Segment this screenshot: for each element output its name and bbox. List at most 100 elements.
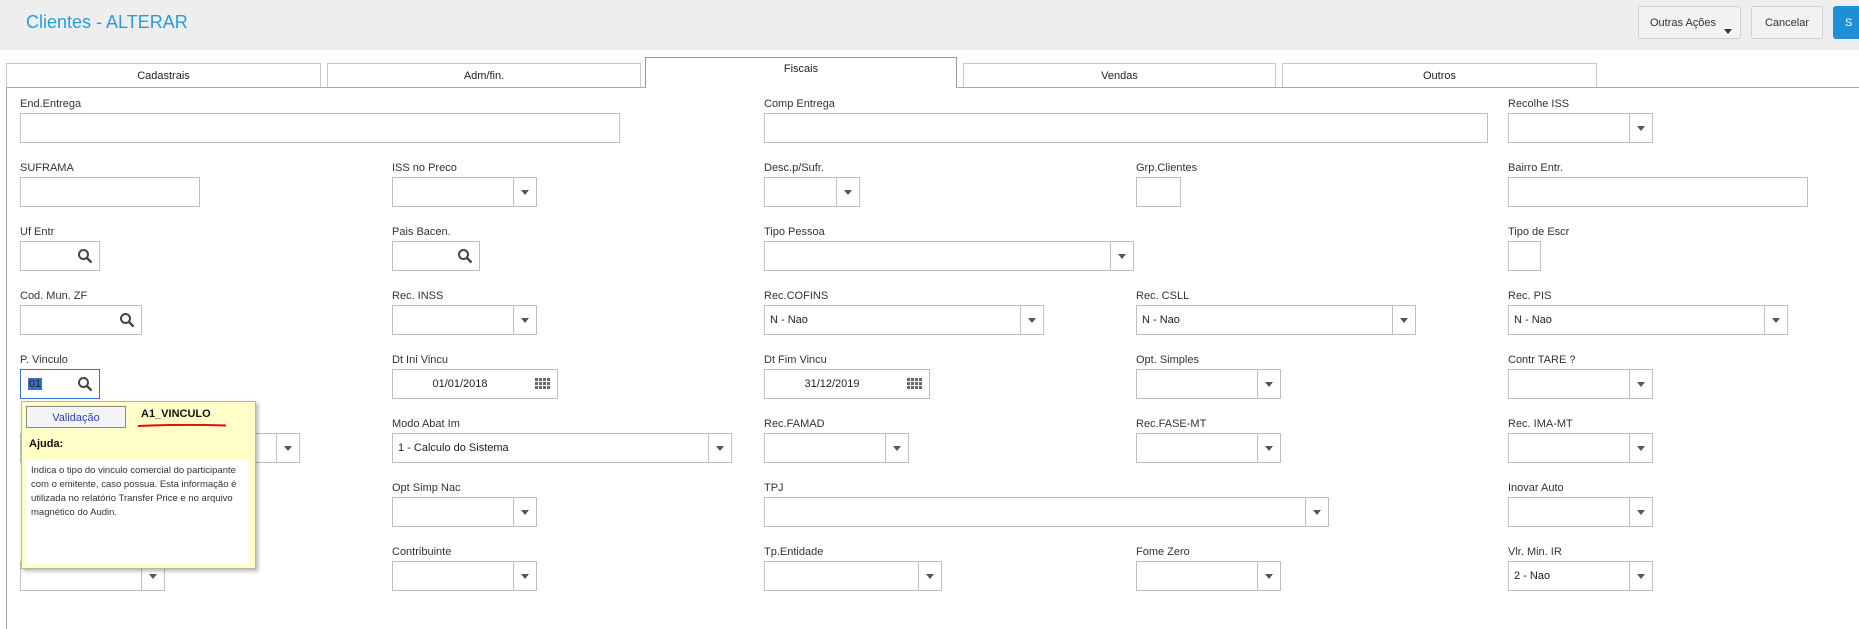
save-button[interactable]: S <box>1833 6 1859 39</box>
end-entrega-input[interactable] <box>20 113 620 143</box>
recolhe-iss-select[interactable] <box>1508 113 1653 143</box>
rec-csll-select[interactable]: N - Nao <box>1136 305 1416 335</box>
dt-fim-vincu-input[interactable]: 31/12/2019 <box>764 369 930 399</box>
contr-tare-select[interactable] <box>1508 369 1653 399</box>
ajuda-label: Ajuda: <box>29 438 64 450</box>
cod-mun-zf-input[interactable] <box>20 305 142 335</box>
contribuinte-select[interactable] <box>392 561 537 591</box>
iss-no-preco-label: ISS no Preco <box>392 162 457 174</box>
chevron-down-icon[interactable] <box>885 434 908 462</box>
search-icon[interactable] <box>77 248 93 264</box>
chevron-down-icon[interactable] <box>1305 498 1328 526</box>
chevron-down-icon[interactable] <box>1629 114 1652 142</box>
p-vinculo-label: P. Vinculo <box>20 354 68 366</box>
chevron-down-icon[interactable] <box>1257 434 1280 462</box>
desc-sufr-label: Desc.p/Sufr. <box>764 162 824 174</box>
page-title: Clientes - ALTERAR <box>26 12 188 32</box>
p-vinculo-input[interactable]: 01 <box>20 369 100 399</box>
opt-simp-nac-label: Opt Simp Nac <box>392 482 461 494</box>
help-text: Indica o tipo do vinculo comercial do pa… <box>26 460 249 564</box>
chevron-down-icon[interactable] <box>513 178 536 206</box>
bairro-entr-label: Bairro Entr. <box>1508 162 1564 174</box>
chevron-down-icon[interactable] <box>1629 434 1652 462</box>
tab-adm-fin[interactable]: Adm/fin. <box>327 63 641 87</box>
rec-pis-select[interactable]: N - Nao <box>1508 305 1788 335</box>
outras-acoes-label: Outras Ações <box>1650 17 1717 29</box>
chevron-down-icon <box>1724 29 1732 34</box>
chevron-down-icon[interactable] <box>1629 498 1652 526</box>
chevron-down-icon[interactable] <box>513 306 536 334</box>
opt-simp-nac-select[interactable] <box>392 497 537 527</box>
outras-acoes-button[interactable]: Outras Ações <box>1638 6 1741 39</box>
tab-outros[interactable]: Outros <box>1282 63 1597 87</box>
iss-no-preco-select[interactable] <box>392 177 537 207</box>
chevron-down-icon[interactable] <box>708 434 731 462</box>
chevron-down-icon[interactable] <box>1764 306 1787 334</box>
tp-entidade-select[interactable] <box>764 561 942 591</box>
inovar-auto-label: Inovar Auto <box>1508 482 1564 494</box>
fome-zero-label: Fome Zero <box>1136 546 1190 558</box>
pais-bacen-input[interactable] <box>392 241 480 271</box>
opt-simples-select[interactable] <box>1136 369 1281 399</box>
desc-sufr-select[interactable] <box>764 177 860 207</box>
rec-fase-mt-select[interactable] <box>1136 433 1281 463</box>
chevron-down-icon[interactable] <box>1257 562 1280 590</box>
dt-ini-vincu-input[interactable]: 01/01/2018 <box>392 369 558 399</box>
rec-cofins-select[interactable]: N - Nao <box>764 305 1044 335</box>
dt-fim-vincu-label: Dt Fim Vincu <box>764 354 827 366</box>
calendar-icon[interactable] <box>535 378 551 390</box>
inovar-auto-select[interactable] <box>1508 497 1653 527</box>
chevron-down-icon[interactable] <box>1257 370 1280 398</box>
red-underline-annotation <box>138 424 226 427</box>
chevron-down-icon[interactable] <box>276 434 299 462</box>
chevron-down-icon[interactable] <box>1629 562 1652 590</box>
chevron-down-icon[interactable] <box>918 562 941 590</box>
rec-cofins-label: Rec.COFINS <box>764 290 829 302</box>
help-tooltip: Validação A1_VINCULO Ajuda: Indica o tip… <box>21 401 256 569</box>
grp-clientes-input[interactable] <box>1136 177 1181 207</box>
rec-inss-select[interactable] <box>392 305 537 335</box>
form-panel <box>6 87 1859 629</box>
chevron-down-icon[interactable] <box>1020 306 1043 334</box>
contr-tare-label: Contr TARE ? <box>1508 354 1576 366</box>
rec-fase-mt-label: Rec.FASE-MT <box>1136 418 1207 430</box>
chevron-down-icon[interactable] <box>1110 242 1133 270</box>
tpj-label: TPJ <box>764 482 784 494</box>
tab-vendas[interactable]: Vendas <box>963 63 1276 87</box>
validacao-button[interactable]: Validação <box>26 406 126 428</box>
field-code: A1_VINCULO <box>141 408 211 420</box>
modo-abat-im-select[interactable]: 1 - Calculo do Sistema <box>392 433 732 463</box>
vlr-min-ir-label: Vlr. Min. IR <box>1508 546 1562 558</box>
dt-ini-vincu-label: Dt Ini Vincu <box>392 354 449 366</box>
rec-ima-mt-select[interactable] <box>1508 433 1653 463</box>
tpj-select[interactable] <box>764 497 1329 527</box>
chevron-down-icon[interactable] <box>513 498 536 526</box>
tipo-de-escr-input[interactable] <box>1508 241 1541 271</box>
tab-cadastrais[interactable]: Cadastrais <box>6 63 321 87</box>
chevron-down-icon[interactable] <box>1392 306 1415 334</box>
chevron-down-icon[interactable] <box>513 562 536 590</box>
pais-bacen-label: Pais Bacen. <box>392 226 451 238</box>
suframa-input[interactable] <box>20 177 200 207</box>
fome-zero-select[interactable] <box>1136 561 1281 591</box>
search-icon[interactable] <box>119 312 135 328</box>
grp-clientes-label: Grp.Clientes <box>1136 162 1198 174</box>
tipo-pessoa-select[interactable] <box>764 241 1134 271</box>
comp-entrega-input[interactable] <box>764 113 1488 143</box>
search-icon[interactable] <box>77 376 93 392</box>
opt-simples-label: Opt. Simples <box>1136 354 1199 366</box>
end-entrega-label: End.Entrega <box>20 98 82 110</box>
calendar-icon[interactable] <box>907 378 923 390</box>
uf-entr-label: Uf Entr <box>20 226 55 238</box>
bairro-entr-input[interactable] <box>1508 177 1808 207</box>
rec-famad-select[interactable] <box>764 433 909 463</box>
vlr-min-ir-select[interactable]: 2 - Nao <box>1508 561 1653 591</box>
search-icon[interactable] <box>457 248 473 264</box>
tab-fiscais[interactable]: Fiscais <box>645 57 957 88</box>
modo-abat-im-label: Modo Abat Im <box>392 418 460 430</box>
chevron-down-icon[interactable] <box>1629 370 1652 398</box>
cancel-button[interactable]: Cancelar <box>1751 6 1823 39</box>
uf-entr-input[interactable] <box>20 241 100 271</box>
chevron-down-icon[interactable] <box>836 178 859 206</box>
contribuinte-label: Contribuinte <box>392 546 452 558</box>
